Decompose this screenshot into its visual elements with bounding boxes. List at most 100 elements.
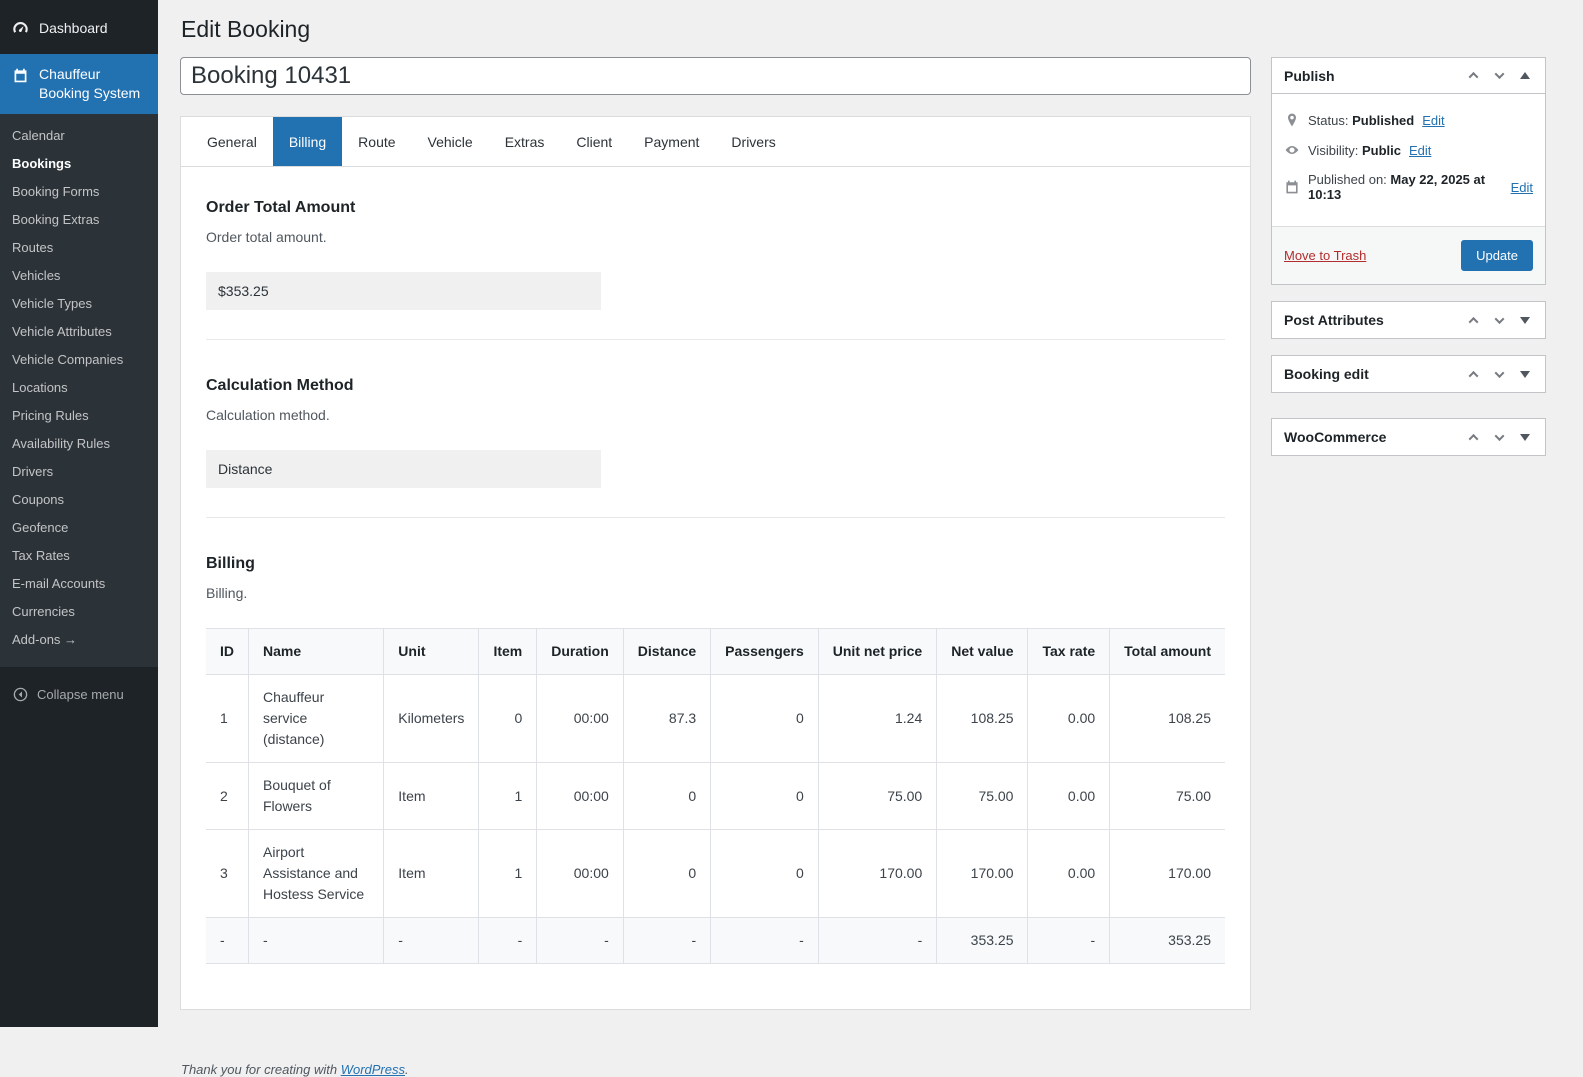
visibility-value: Public [1361, 142, 1401, 158]
sidebar-item-booking-forms[interactable]: Booking Forms [0, 178, 158, 206]
collapse-menu-button[interactable]: Collapse menu [0, 676, 158, 713]
publish-metabox-body: Status: Published Edit Visibility: Publi… [1272, 94, 1545, 226]
sidebar-item-dashboard[interactable]: Dashboard [0, 0, 158, 54]
section-description: Order total amount. [206, 229, 327, 245]
table-cell: Chauffeur service (distance) [247, 674, 385, 763]
eye-icon [1284, 142, 1300, 158]
move-up-button[interactable] [1461, 64, 1485, 88]
sidebar-item-vehicle-companies[interactable]: Vehicle Companies [0, 346, 158, 374]
booking-title-input[interactable] [180, 57, 1251, 95]
tab-extras[interactable]: Extras [489, 117, 561, 166]
billing-section: Billing Billing. ID Name Unit Item Duration D… [206, 555, 1225, 964]
tab-general[interactable]: General [191, 117, 273, 166]
chevron-up-icon [1468, 433, 1478, 444]
table-cell: 1.24 [817, 674, 938, 763]
table-cell: 00:00 [536, 674, 624, 763]
sidebar-item-locations[interactable]: Locations [0, 374, 158, 402]
sidebar-item-calendar[interactable]: Calendar [0, 122, 158, 150]
sidebar-item-bookings[interactable]: Bookings [0, 150, 158, 178]
sidebar-item-vehicles[interactable]: Vehicles [0, 262, 158, 290]
tab-billing[interactable]: Billing [272, 117, 343, 166]
toggle-panel-button[interactable] [1513, 308, 1537, 332]
chevron-up-icon [1468, 71, 1478, 82]
sidebar-item-pricing-rules[interactable]: Pricing Rules [0, 402, 158, 430]
metabox-title: Booking edit [1284, 366, 1369, 382]
table-cell: Bouquet of Flowers [247, 762, 385, 830]
sidebar-item-routes[interactable]: Routes [0, 234, 158, 262]
published-on-row: Published on: May 22, 2025 at 10:13 Edit [1284, 172, 1533, 202]
tab-drivers[interactable]: Drivers [715, 117, 791, 166]
toggle-panel-button[interactable] [1513, 362, 1537, 386]
table-cell: 170.00 [936, 829, 1029, 918]
table-cell: 0 [622, 829, 712, 918]
tab-vehicle[interactable]: Vehicle [412, 117, 489, 166]
sidebar-item-vehicle-types[interactable]: Vehicle Types [0, 290, 158, 318]
table-cell: Airport Assistance and Hostess Service [247, 829, 385, 918]
sidebar-item-geofence[interactable]: Geofence [0, 514, 158, 542]
sidebar-item-chauffeur-booking-system[interactable]: Chauffeur Booking System [0, 54, 158, 114]
wordpress-link[interactable]: WordPress [341, 1062, 405, 1077]
column-header-net-value: Net value [936, 628, 1029, 675]
toggle-panel-button[interactable] [1513, 64, 1537, 88]
table-cell: 75.00 [817, 762, 938, 830]
sidebar-item-coupons[interactable]: Coupons [0, 486, 158, 514]
page-title: Edit Booking [181, 16, 311, 42]
move-down-button[interactable] [1487, 425, 1511, 449]
table-cell: 353.25 [936, 917, 1029, 964]
toggle-panel-button[interactable] [1513, 425, 1537, 449]
metabox-post-attributes: Post Attributes [1271, 301, 1546, 339]
move-up-button[interactable] [1461, 362, 1485, 386]
metabox-header: Post Attributes [1272, 302, 1545, 338]
move-up-button[interactable] [1461, 425, 1485, 449]
edit-status-link[interactable]: Edit [1422, 113, 1444, 128]
table-cell: - [1027, 917, 1111, 964]
table-cell: 170.00 [817, 829, 938, 918]
sidebar-item-drivers[interactable]: Drivers [0, 458, 158, 486]
section-description: Calculation method. [206, 407, 330, 423]
triangle-down-icon [1520, 316, 1530, 324]
table-cell: - [247, 917, 385, 964]
sidebar-item-vehicle-attributes[interactable]: Vehicle Attributes [0, 318, 158, 346]
edit-visibility-link[interactable]: Edit [1409, 143, 1431, 158]
column-header-duration: Duration [536, 628, 624, 675]
table-cell: 1 [478, 829, 538, 918]
move-down-button[interactable] [1487, 308, 1511, 332]
table-cell: - [206, 917, 249, 964]
column-header-total-amount: Total amount [1109, 628, 1225, 675]
table-cell: 75.00 [1109, 762, 1225, 830]
footer-credit: Thank you for creating with WordPress. [181, 1062, 1251, 1077]
chevron-down-icon [1494, 69, 1504, 80]
tab-bar: General Billing Route Vehicle Extras Client Pa… [181, 117, 1250, 167]
sidebar-item-label: Dashboard [39, 19, 108, 36]
sidebar-item-currencies[interactable]: Currencies [0, 598, 158, 626]
update-button[interactable]: Update [1461, 240, 1533, 271]
sidebar-item-tax-rates[interactable]: Tax Rates [0, 542, 158, 570]
status-value: Published [1352, 112, 1415, 128]
table-cell: 170.00 [1109, 829, 1225, 918]
visibility-text: Visibility: Public [1308, 143, 1401, 158]
tab-client[interactable]: Client [560, 117, 628, 166]
column-header-unit: Unit [383, 628, 480, 675]
calendar-icon [1284, 179, 1300, 195]
section-divider [206, 339, 1225, 340]
move-up-button[interactable] [1461, 308, 1485, 332]
sidebar-item-availability-rules[interactable]: Availability Rules [0, 430, 158, 458]
sidebar-item-add-ons[interactable]: Add-ons → [0, 626, 158, 654]
table-cell: 00:00 [536, 829, 624, 918]
metabox-title: Publish [1284, 67, 1335, 84]
calculation-method-field: Distance [206, 450, 601, 488]
tab-payment[interactable]: Payment [628, 117, 715, 166]
metabox-header: WooCommerce [1272, 419, 1545, 455]
tab-route[interactable]: Route [342, 117, 411, 166]
sidebar-item-e-mail-accounts[interactable]: E-mail Accounts [0, 570, 158, 598]
move-down-button[interactable] [1487, 362, 1511, 386]
move-to-trash-link[interactable]: Move to Trash [1284, 248, 1366, 263]
status-text: Status: Published [1308, 113, 1414, 128]
sidebar-item-booking-extras[interactable]: Booking Extras [0, 206, 158, 234]
visibility-row: Visibility: Public Edit [1284, 142, 1533, 158]
table-cell: - [622, 917, 712, 964]
edit-published-on-link[interactable]: Edit [1511, 180, 1533, 195]
move-down-button[interactable] [1487, 64, 1511, 88]
column-header-passengers: Passengers [710, 628, 819, 675]
footer-text: . [405, 1062, 409, 1077]
